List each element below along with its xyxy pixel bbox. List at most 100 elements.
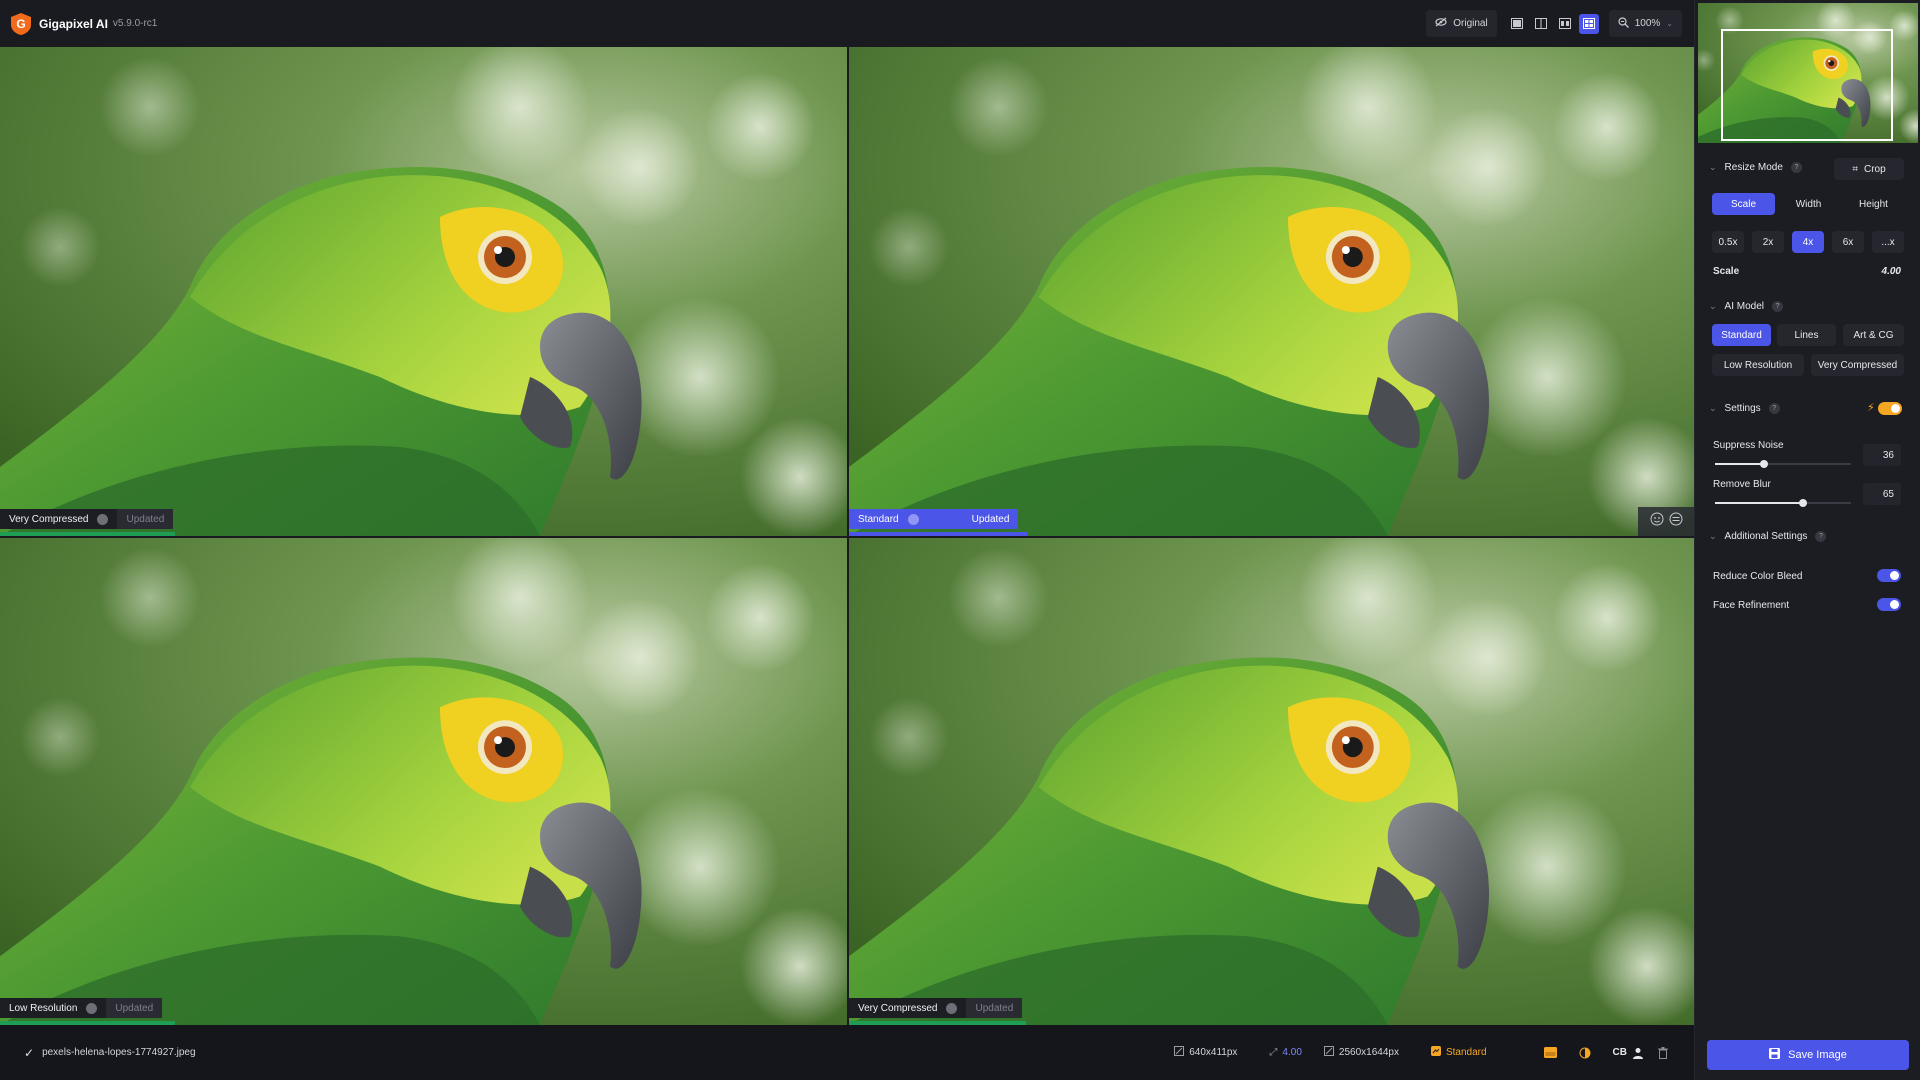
- output-size-icon: [1323, 1046, 1334, 1059]
- original-toggle-button[interactable]: Original: [1426, 10, 1497, 37]
- remove-blur-label: Remove Blur: [1713, 479, 1771, 490]
- pane-label: Low Resolution Updated: [0, 998, 163, 1018]
- pane-status: Updated: [962, 509, 1019, 529]
- model-standard[interactable]: Standard: [1712, 324, 1771, 346]
- tab-width[interactable]: Width: [1777, 193, 1840, 215]
- pane-label-active: Standard Updated: [849, 509, 1019, 529]
- input-size-item: 640x411px: [1174, 1046, 1237, 1059]
- parrot-preview-image: [849, 47, 1694, 536]
- preview-grid: Very Compressed Updated Standard Updated…: [0, 47, 1694, 1025]
- settings-title: Settings: [1724, 403, 1761, 414]
- tab-scale[interactable]: Scale: [1712, 193, 1775, 215]
- model-icon: [1430, 1046, 1441, 1059]
- ai-model-header[interactable]: ⌄ AI Model ?: [1709, 301, 1784, 312]
- original-label: Original: [1453, 18, 1488, 29]
- preview-pane[interactable]: Standard Updated: [849, 47, 1694, 536]
- preset-4x[interactable]: 4x: [1792, 231, 1824, 253]
- model-low-resolution[interactable]: Low Resolution: [1712, 354, 1804, 376]
- side-by-side-view-icon[interactable]: [1555, 14, 1575, 34]
- single-view-icon[interactable]: [1507, 14, 1527, 34]
- remove-blur-slider[interactable]: [1715, 499, 1851, 507]
- info-icon[interactable]: [97, 513, 109, 525]
- preset-2x[interactable]: 2x: [1752, 231, 1784, 253]
- expand-icon: ⤢: [1269, 1047, 1278, 1058]
- save-icon: [1769, 1048, 1781, 1062]
- model-very-compressed[interactable]: Very Compressed: [1811, 354, 1904, 376]
- face-refinement-toggle[interactable]: [1877, 598, 1901, 611]
- preset-0-5x[interactable]: 0.5x: [1712, 231, 1744, 253]
- output-size: 2560x1644px: [1338, 1047, 1399, 1058]
- cb-label[interactable]: CB: [1613, 1047, 1627, 1058]
- additional-settings-header[interactable]: ⌄ Additional Settings ?: [1709, 531, 1827, 542]
- compare-icon[interactable]: [1669, 512, 1683, 531]
- preview-mode-icon[interactable]: [1543, 1047, 1557, 1058]
- crop-button[interactable]: ⌗ Crop: [1834, 158, 1904, 180]
- face-icon[interactable]: [1650, 512, 1664, 531]
- resize-mode-header[interactable]: ⌄ Resize Mode ?: [1709, 162, 1802, 173]
- model-name: Standard: [1445, 1047, 1487, 1058]
- tab-height[interactable]: Height: [1842, 193, 1905, 215]
- pane-status: Updated: [117, 509, 174, 529]
- remove-blur-input[interactable]: 65: [1863, 483, 1901, 505]
- svg-text:G: G: [16, 17, 25, 31]
- pane-status: Updated: [106, 998, 163, 1018]
- help-icon[interactable]: ?: [1772, 301, 1784, 312]
- info-icon[interactable]: [946, 1002, 958, 1014]
- reduce-color-bleed-toggle[interactable]: [1877, 569, 1901, 582]
- contrast-icon[interactable]: [1579, 1047, 1591, 1059]
- zoom-dropdown[interactable]: 100% ⌄: [1608, 10, 1682, 37]
- scale-value-input[interactable]: 4.00: [1882, 266, 1901, 277]
- split-view-icon[interactable]: [1531, 14, 1551, 34]
- chevron-down-icon: ⌄: [1709, 403, 1717, 413]
- person-icon[interactable]: [1632, 1047, 1644, 1059]
- lightning-icon: ⚡: [1867, 402, 1875, 414]
- input-size: 640x411px: [1189, 1047, 1238, 1058]
- chevron-down-icon: ⌄: [1666, 19, 1673, 28]
- suppress-noise-input[interactable]: 36: [1863, 444, 1901, 466]
- model-lines[interactable]: Lines: [1777, 324, 1836, 346]
- model-art-cg[interactable]: Art & CG: [1843, 324, 1904, 346]
- viewport-frame[interactable]: [1721, 29, 1893, 141]
- crop-label: Crop: [1863, 163, 1886, 175]
- app-logo-icon: G: [9, 12, 33, 36]
- chevron-down-icon: ⌄: [1709, 531, 1717, 541]
- chevron-down-icon: ⌄: [1709, 162, 1717, 172]
- pane-model-name: Low Resolution: [9, 1002, 78, 1014]
- status-bar: ✓ pexels-helena-lopes-1774927.jpeg 640x4…: [0, 1025, 1694, 1080]
- chevron-down-icon: ⌄: [1709, 301, 1717, 311]
- image-size-icon: [1174, 1046, 1185, 1059]
- file-name[interactable]: pexels-helena-lopes-1774927.jpeg: [42, 1047, 195, 1058]
- preview-pane[interactable]: Low Resolution Updated: [0, 538, 847, 1025]
- additional-settings-title: Additional Settings: [1724, 531, 1808, 542]
- ai-model-title: AI Model: [1724, 301, 1765, 312]
- pane-model-name: Standard: [858, 513, 899, 525]
- resize-mode-title: Resize Mode: [1724, 162, 1783, 173]
- pane-label: Very Compressed Updated: [849, 998, 1023, 1018]
- checkmark-icon[interactable]: ✓: [24, 1046, 34, 1060]
- info-icon[interactable]: [907, 513, 919, 525]
- save-image-button[interactable]: Save Image: [1707, 1040, 1909, 1070]
- preset-custom[interactable]: ...x: [1872, 231, 1904, 253]
- preview-pane[interactable]: Very Compressed Updated: [0, 47, 847, 536]
- help-icon[interactable]: ?: [1815, 531, 1827, 542]
- navigator-thumbnail[interactable]: [1698, 3, 1918, 143]
- suppress-noise-slider[interactable]: [1715, 460, 1851, 468]
- info-icon[interactable]: [86, 1002, 98, 1014]
- auto-settings-toggle[interactable]: [1878, 402, 1902, 415]
- pane-label: Very Compressed Updated: [0, 509, 174, 529]
- preset-6x[interactable]: 6x: [1832, 231, 1864, 253]
- app-version: v5.9.0-rc1: [112, 18, 158, 29]
- preview-pane[interactable]: Very Compressed Updated: [849, 538, 1694, 1025]
- face-refinement-label: Face Refinement: [1713, 600, 1790, 611]
- reduce-color-bleed-label: Reduce Color Bleed: [1713, 571, 1803, 582]
- help-icon[interactable]: ?: [1790, 162, 1802, 173]
- slider-handle[interactable]: [1760, 460, 1768, 468]
- output-size-item: 2560x1644px: [1323, 1046, 1399, 1059]
- pane-model-name: Very Compressed: [9, 513, 89, 525]
- help-icon[interactable]: ?: [1768, 403, 1780, 414]
- settings-header[interactable]: ⌄ Settings ?: [1709, 403, 1780, 414]
- slider-handle[interactable]: [1799, 499, 1807, 507]
- pane-status: Updated: [966, 998, 1023, 1018]
- quad-view-icon[interactable]: [1578, 13, 1599, 34]
- trash-icon[interactable]: [1658, 1046, 1668, 1059]
